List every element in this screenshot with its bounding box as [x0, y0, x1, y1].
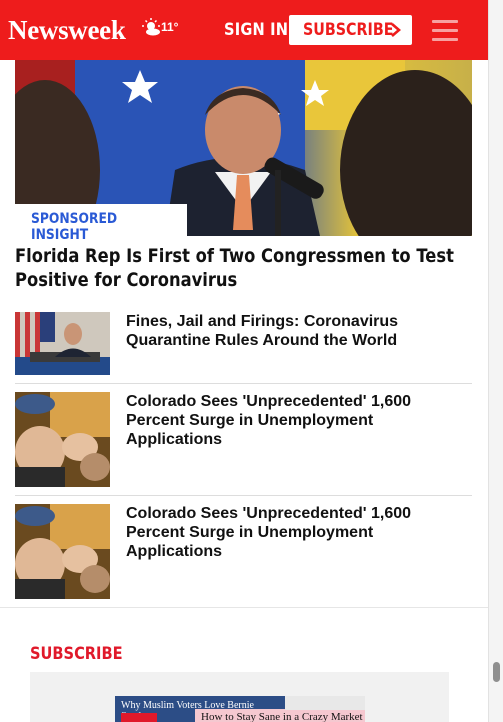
magazine-cover[interactable]: How to Stay Sane in a Crazy Market [195, 709, 365, 722]
scrollbar-thumb[interactable] [493, 662, 500, 682]
story-title[interactable]: Colorado Sees 'Unprecedented' 1,600 Perc… [126, 392, 446, 449]
subscribe-button[interactable]: SUBSCRIBE [289, 15, 412, 45]
section-divider [0, 607, 488, 608]
story-thumbnail[interactable] [15, 312, 110, 375]
cover-logo-block [121, 713, 157, 722]
cover-headline: How to Stay Sane in a Crazy Market [201, 711, 363, 722]
subscribe-button-label: SUBSCRIBE [303, 20, 394, 40]
divider [15, 495, 472, 496]
sponsored-insight-label: SPONSORED INSIGHT [31, 211, 118, 243]
subscription-promo-panel[interactable]: Why Muslim Voters Love Bernie Sanders Ho… [30, 672, 449, 722]
story-thumbnail[interactable] [15, 392, 110, 487]
story-title[interactable]: Colorado Sees 'Unprecedented' 1,600 Perc… [126, 504, 446, 561]
hamburger-menu-icon[interactable] [432, 20, 458, 42]
sun-cloud-icon [142, 18, 160, 36]
weather-temperature: 11° [161, 20, 179, 34]
list-item[interactable]: Fines, Jail and Firings: Coronavirus Qua… [15, 312, 472, 375]
chevron-right-icon [391, 23, 401, 37]
subscribe-heading: SUBSCRIBE [30, 644, 123, 664]
top-navigation-bar: Newsweek 11° SIGN IN SUBSCRIBE [0, 0, 488, 60]
weather-widget[interactable]: 11° [141, 16, 181, 40]
newsweek-logo[interactable]: Newsweek [8, 15, 126, 45]
list-item[interactable]: Colorado Sees 'Unprecedented' 1,600 Perc… [15, 392, 472, 487]
vertical-scrollbar[interactable] [488, 0, 503, 722]
magazine-cover[interactable] [285, 696, 365, 710]
list-item[interactable]: Colorado Sees 'Unprecedented' 1,600 Perc… [15, 504, 472, 599]
sign-in-link[interactable]: SIGN IN [224, 20, 288, 40]
hero-headline[interactable]: Florida Rep Is First of Two Congressmen … [15, 244, 479, 292]
story-thumbnail[interactable] [15, 504, 110, 599]
story-title[interactable]: Fines, Jail and Firings: Coronavirus Qua… [126, 312, 446, 350]
divider [15, 383, 472, 384]
sponsored-insight-badge: SPONSORED INSIGHT [15, 204, 187, 243]
